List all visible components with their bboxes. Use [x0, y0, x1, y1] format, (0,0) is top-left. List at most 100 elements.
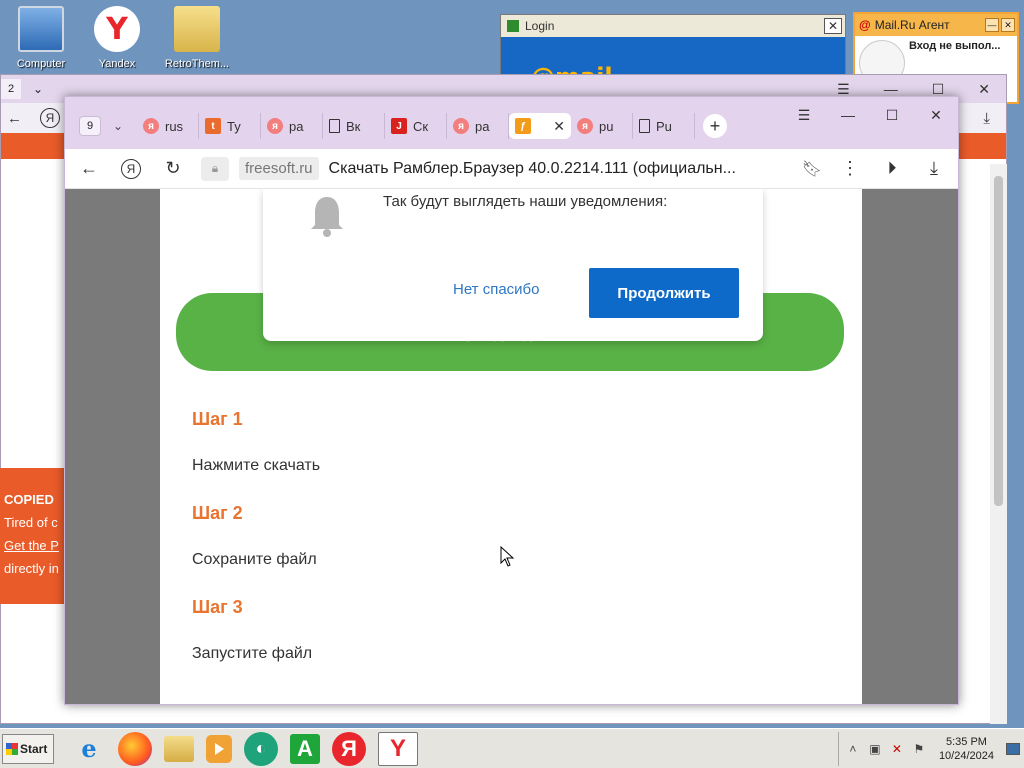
copied-link[interactable]: Get the P — [4, 534, 62, 557]
copied-banner: COPIED Tired of c Get the P directly in — [0, 468, 66, 604]
media-player-icon[interactable] — [206, 734, 232, 763]
tab-title: rus — [165, 118, 184, 134]
desktop-icon-yandex[interactable]: Y Yandex — [76, 6, 158, 70]
tab-title: Ту — [227, 118, 241, 134]
back-arrow-icon[interactable]: ← — [75, 155, 103, 183]
yandex-favicon-icon: я — [143, 118, 159, 134]
yandex-button[interactable]: Я — [117, 155, 145, 183]
yandex-icon[interactable]: Я — [332, 731, 366, 766]
address-bar[interactable]: 🔒︎ freesoft.ru Скачать Рамблер.Браузер 4… — [201, 154, 822, 184]
yandex-favicon-icon: я — [267, 118, 283, 134]
flag-icon[interactable]: ⚑ — [911, 741, 927, 757]
address-page-title: Скачать Рамблер.Браузер 40.0.2214.111 (о… — [328, 159, 736, 177]
maximize-icon[interactable]: ☐ — [932, 81, 945, 98]
at-icon: @ — [859, 18, 871, 32]
close-icon[interactable]: ✕ — [978, 81, 990, 98]
notification-permission-popup: Так будут выглядеть наши уведомления: Не… — [263, 189, 763, 341]
tab[interactable]: Вк — [323, 113, 385, 139]
yandex-logo-icon: Я — [121, 158, 141, 179]
tab[interactable]: я pa — [447, 113, 509, 139]
back-arrow-icon[interactable]: ← — [7, 110, 22, 127]
tab-title: Pu — [656, 118, 672, 134]
start-button[interactable]: Start — [2, 733, 54, 764]
login-title: Login — [525, 19, 555, 33]
step-heading: Шаг 1 — [192, 409, 243, 429]
step-text: Сохраните файл — [192, 551, 317, 568]
yandex-browser-icon[interactable]: Y — [378, 731, 418, 766]
folder-icon — [174, 6, 220, 52]
lock-icon[interactable]: 🔒︎ — [201, 156, 229, 181]
mouse-cursor-icon — [500, 546, 515, 567]
login-app-icon — [507, 20, 519, 32]
background-scrollbar[interactable] — [990, 164, 1007, 724]
window-controls: ☰ — ☐ ✕ — [782, 97, 958, 133]
browser-green-icon[interactable]: ◐ — [244, 731, 278, 766]
taskbar-pinned-apps: e ◐ A Я Y — [72, 731, 418, 766]
tab-close-icon[interactable]: ✕ — [553, 118, 565, 135]
desktop-icon-retrothemes[interactable]: RetroThem... — [156, 6, 238, 70]
clock[interactable]: 5:35 PM 10/24/2024 — [939, 735, 994, 763]
agent-titlebar: @ Mail.Ru Агент — ✕ — [855, 14, 1017, 36]
tab-title: Вк — [346, 118, 361, 134]
download-icon[interactable]: ⤓ — [920, 155, 948, 183]
tab[interactable]: Pu — [633, 113, 695, 139]
step-text: Нажмите скачать — [192, 457, 321, 474]
minimize-icon[interactable]: — — [884, 81, 898, 98]
step-heading: Шаг 2 — [192, 503, 243, 523]
tab[interactable]: t Ту — [199, 113, 261, 139]
tab-active[interactable]: ƒ ✕ — [509, 113, 571, 139]
media-play-icon[interactable]: ⏵ — [878, 155, 906, 183]
folder-icon[interactable] — [164, 735, 194, 762]
login-close-button[interactable]: ✕ — [824, 18, 842, 34]
download-icon[interactable]: ⤓ — [983, 110, 990, 127]
tab-title: pu — [599, 118, 614, 134]
chevron-down-icon[interactable]: ⌄ — [33, 82, 43, 96]
scrollbar-thumb[interactable] — [994, 176, 1003, 506]
volume-muted-icon[interactable]: ✕ — [889, 741, 905, 757]
windows-logo-icon — [6, 742, 18, 755]
decline-button[interactable]: Нет спасибо — [453, 281, 540, 298]
a-app-icon[interactable]: A — [290, 733, 320, 764]
chevron-down-icon[interactable]: ⌄ — [105, 119, 131, 133]
document-favicon-icon — [639, 119, 650, 133]
maximize-icon[interactable]: ☐ — [870, 107, 914, 124]
close-icon[interactable]: ✕ — [914, 107, 958, 124]
minimize-icon[interactable]: — — [826, 107, 870, 123]
yandex-icon: Y — [94, 6, 140, 52]
tab-counter[interactable]: 9 — [79, 116, 101, 136]
desktop-icon-label: Yandex — [98, 58, 136, 70]
desktop-icon-computer[interactable]: Computer — [0, 6, 82, 70]
internet-explorer-icon[interactable]: e — [72, 732, 106, 766]
new-tab-button[interactable]: + — [703, 114, 727, 138]
yandex-button-icon[interactable]: Я — [40, 108, 60, 128]
clock-date: 10/24/2024 — [938, 749, 994, 762]
more-options-icon[interactable]: ⋮ — [836, 155, 864, 183]
agent-close-button[interactable]: ✕ — [1001, 18, 1015, 32]
page-viewport: Скачать Шаг 1 Нажмите скачать Шаг 2 Сохр… — [65, 189, 958, 704]
network-icon[interactable]: ▣ — [867, 741, 883, 757]
clock-time: 5:35 PM — [945, 735, 987, 748]
red-favicon-icon: J — [391, 118, 407, 134]
copied-line: Tired of c — [4, 515, 58, 530]
popup-message: Так будут выглядеть наши уведомления: — [383, 193, 668, 210]
menu-icon[interactable]: ☰ — [837, 81, 850, 98]
bookmark-icon[interactable]: 🔖︎ — [802, 159, 822, 179]
copied-line: directly in — [4, 561, 59, 576]
show-desktop-icon[interactable] — [1006, 742, 1020, 755]
tab-title: pa — [289, 118, 304, 134]
menu-icon[interactable]: ☰ — [782, 107, 826, 124]
tab[interactable]: я pa — [261, 113, 323, 139]
tab[interactable]: я pu — [571, 113, 633, 139]
tab[interactable]: я rus — [137, 113, 199, 139]
continue-button[interactable]: Продолжить — [589, 268, 739, 318]
tab[interactable]: J Ск — [385, 113, 447, 139]
bell-icon — [311, 197, 343, 237]
step-heading: Шаг 3 — [192, 597, 243, 617]
system-tray: ˄ ▣ ✕ ⚑ 5:35 PM 10/24/2024 — [837, 731, 1020, 766]
reload-icon[interactable]: ↻ — [159, 155, 187, 183]
background-tab-counter[interactable]: 2 — [1, 79, 21, 99]
rss-favicon-icon: ƒ — [515, 118, 531, 134]
firefox-icon[interactable] — [118, 731, 152, 766]
chevron-up-icon[interactable]: ˄ — [845, 741, 861, 757]
agent-minimize-button[interactable]: — — [985, 18, 999, 32]
